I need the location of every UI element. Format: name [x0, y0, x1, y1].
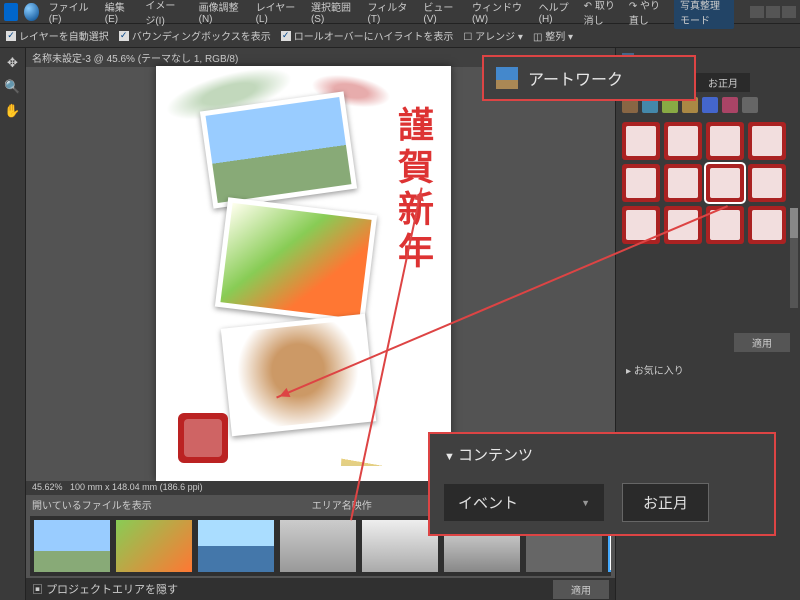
filmstrip-show-open[interactable]: 開いているファイルを表示 — [32, 497, 152, 512]
menu-bar: ファイル(F) 編集(E) イメージ(I) 画像調整(N) レイヤー(L) 選択… — [0, 0, 800, 24]
menu-adjust[interactable]: 画像調整(N) — [195, 0, 246, 27]
vertical-greeting-text[interactable]: 謹賀新年 — [387, 106, 439, 274]
menu-view[interactable]: ビュー(V) — [419, 0, 462, 27]
artwork-item[interactable] — [664, 164, 702, 202]
easel-icon — [496, 67, 518, 89]
artwork-item[interactable] — [622, 206, 660, 244]
content-category-select[interactable]: イベント — [444, 484, 604, 521]
zoom-tool[interactable]: 🔍 — [4, 78, 22, 96]
photo-dog[interactable] — [221, 314, 376, 437]
bin-thumb[interactable] — [34, 520, 110, 572]
opt-auto-select[interactable]: ✓レイヤーを自動選択 — [6, 28, 109, 43]
artwork-item[interactable] — [748, 206, 786, 244]
maximize-button[interactable] — [766, 6, 780, 18]
minimize-button[interactable] — [750, 6, 764, 18]
favorites-section[interactable]: ▸ お気に入り — [626, 362, 684, 377]
canvas[interactable]: 謹賀新年 — [156, 66, 451, 481]
artwork-item[interactable] — [622, 122, 660, 160]
menu-help[interactable]: ヘルプ(H) — [535, 0, 578, 27]
orb-button[interactable] — [24, 3, 38, 21]
arrange-dropdown[interactable]: ☐ アレンジ ▾ — [463, 28, 523, 43]
artwork-item[interactable] — [664, 122, 702, 160]
artwork-item[interactable] — [622, 164, 660, 202]
artwork-item[interactable] — [706, 122, 744, 160]
opt-rollover-highlight[interactable]: ✓ロールオーバーにハイライトを表示 — [281, 28, 454, 43]
hand-tool[interactable]: ✋ — [4, 102, 22, 120]
content-panel-title: コンテンツ — [444, 444, 760, 465]
bottom-bar: ▣ プロジェクトエリアを隠す 適用 — [26, 578, 615, 600]
content-subcategory-button[interactable]: お正月 — [622, 483, 709, 522]
menu-edit[interactable]: 編集(E) — [101, 0, 136, 27]
artwork-item[interactable] — [748, 164, 786, 202]
photo-mountain[interactable] — [200, 91, 357, 208]
bin-thumb[interactable] — [116, 520, 192, 572]
panel-scrollbar[interactable] — [790, 208, 798, 308]
artwork-item[interactable] — [748, 122, 786, 160]
organizer-mode-button[interactable]: 写真整理モード — [674, 0, 734, 29]
filmstrip-area: エリア名映作 — [312, 497, 372, 512]
app-icon — [4, 3, 18, 21]
redo-button[interactable]: ↷ やり直し — [629, 0, 664, 27]
bin-thumb[interactable] — [362, 520, 438, 572]
close-button[interactable] — [782, 6, 796, 18]
menu-select[interactable]: 選択範囲(S) — [307, 0, 358, 27]
artwork-grid — [616, 116, 800, 250]
type-icon[interactable] — [722, 97, 738, 113]
callout-artwork-label: アートワーク — [528, 66, 623, 90]
menu-layer[interactable]: レイヤー(L) — [252, 0, 301, 27]
tool-palette: ✥ 🔍 ✋ — [0, 48, 26, 600]
doc-dimensions: 100 mm x 148.04 mm (186.6 ppi) — [70, 482, 203, 492]
type-icon[interactable] — [742, 97, 758, 113]
move-tool[interactable]: ✥ — [4, 54, 22, 72]
menu-file[interactable]: ファイル(F) — [45, 0, 95, 27]
menu-filter[interactable]: フィルタ(T) — [364, 0, 414, 27]
callout-content: コンテンツ イベント お正月 — [428, 432, 776, 536]
zodiac-stamp[interactable] — [178, 413, 228, 463]
bin-thumb[interactable] — [280, 520, 356, 572]
callout-artwork: アートワーク — [482, 55, 696, 101]
menu-window[interactable]: ウィンドウ(W) — [468, 0, 529, 27]
zoom-level: 45.62% — [32, 482, 63, 492]
artwork-item-selected[interactable] — [706, 164, 744, 202]
opt-bounding-box[interactable]: ✓バウンディングボックスを表示 — [119, 28, 271, 43]
type-icon[interactable] — [702, 97, 718, 113]
filter-subcategory[interactable]: お正月 — [696, 73, 750, 92]
window-controls — [750, 6, 796, 18]
hide-project-area[interactable]: ▣ プロジェクトエリアを隠す — [32, 581, 178, 597]
align-dropdown[interactable]: ◫ 整列 ▾ — [533, 28, 573, 43]
menu-image[interactable]: イメージ(I) — [141, 0, 188, 29]
bin-thumb[interactable] — [198, 520, 274, 572]
panel-apply-button[interactable]: 適用 — [734, 333, 790, 352]
undo-button[interactable]: ↶ 取り消し — [584, 0, 619, 27]
photo-fruit[interactable] — [215, 197, 377, 324]
apply-button-bottom[interactable]: 適用 — [553, 580, 609, 599]
